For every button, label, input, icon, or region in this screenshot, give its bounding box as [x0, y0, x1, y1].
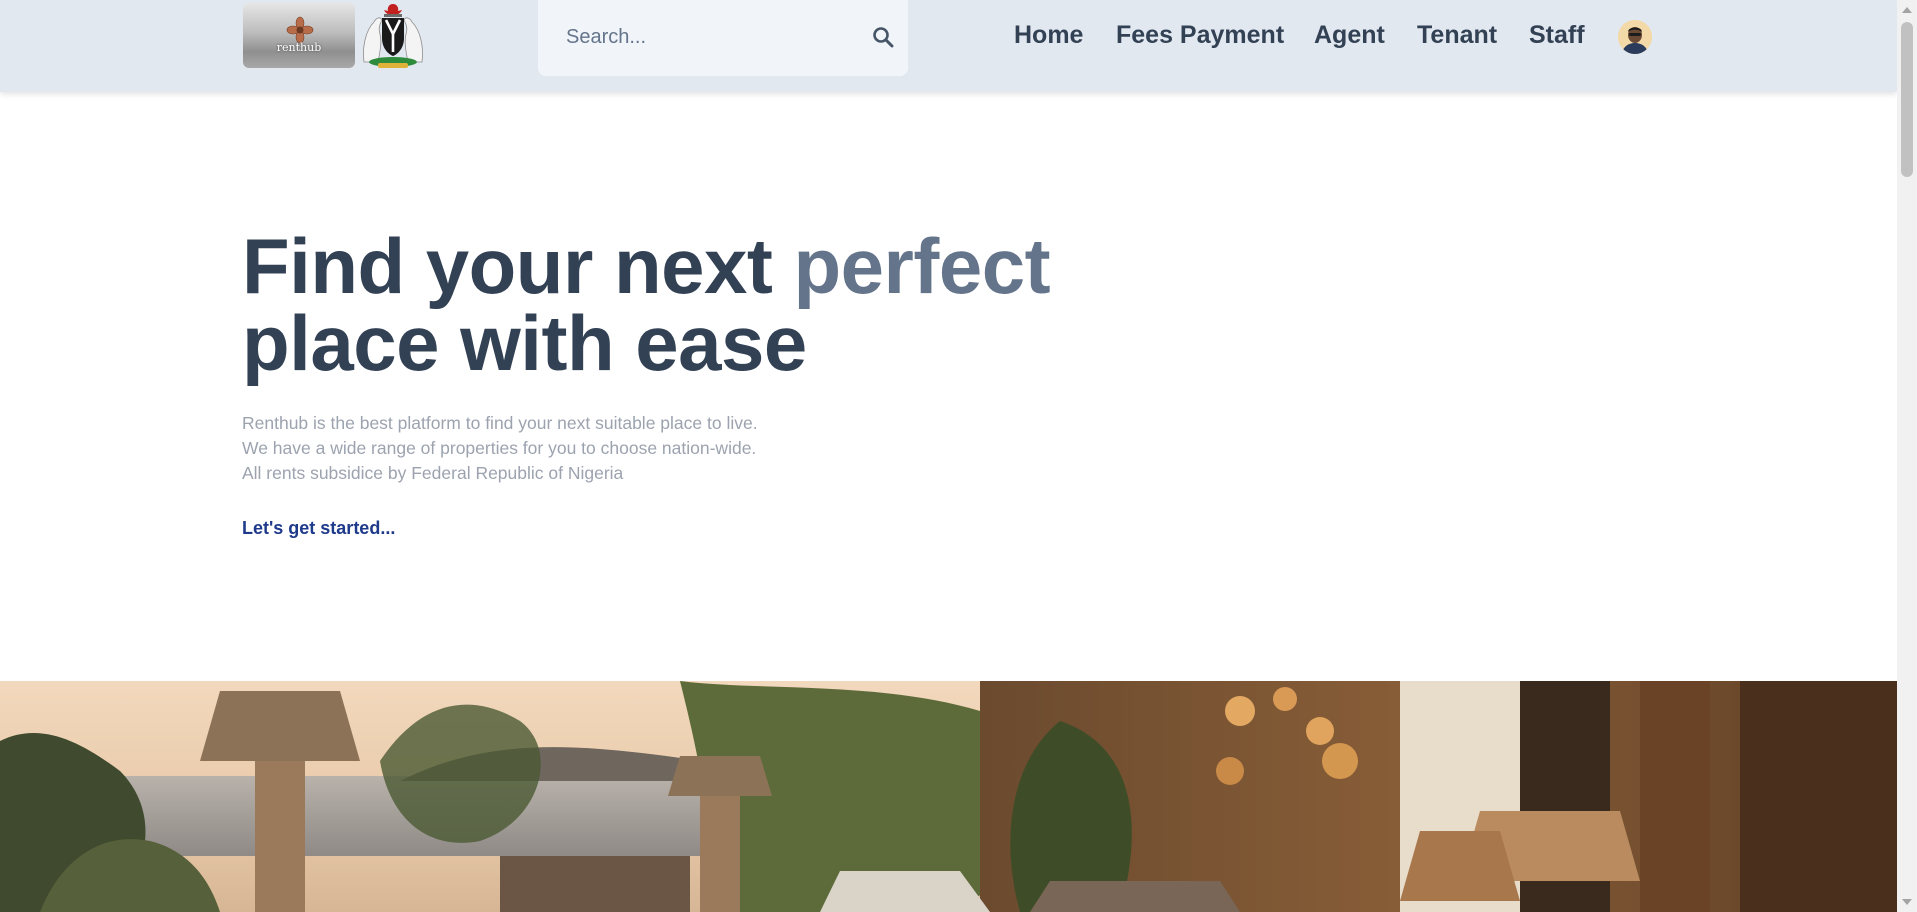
search-input[interactable]: [566, 20, 846, 54]
scroll-thumb[interactable]: [1901, 22, 1913, 177]
nav-tenant[interactable]: Tenant: [1417, 21, 1497, 51]
nav-agent[interactable]: Agent: [1314, 21, 1385, 51]
hero-title: Find your next perfect place with ease: [242, 227, 1062, 382]
nav-home[interactable]: Home: [1014, 21, 1083, 51]
nigeria-coat-of-arms-icon[interactable]: [356, 2, 430, 70]
search-bar: [538, 0, 908, 76]
scroll-down-arrow[interactable]: [1897, 892, 1917, 912]
hero-subtitle-line: All rents subsidice by Federal Republic …: [242, 463, 624, 483]
renthub-logo[interactable]: renthub: [243, 3, 355, 68]
scroll-up-arrow[interactable]: [1897, 0, 1917, 20]
hero-title-part2: place with ease: [242, 299, 807, 387]
hero-title-part1: Find your next: [242, 222, 794, 310]
hero-banner-image: [0, 681, 1897, 912]
vertical-scrollbar[interactable]: [1897, 0, 1917, 912]
user-avatar[interactable]: [1618, 20, 1652, 54]
get-started-link[interactable]: Let's get started...: [242, 518, 395, 539]
logo-text: renthub: [276, 41, 322, 54]
search-icon[interactable]: [872, 26, 894, 48]
villa-terrace-photo: [0, 681, 1897, 912]
nav-fees-payment[interactable]: Fees Payment: [1116, 21, 1284, 51]
nav-staff[interactable]: Staff: [1529, 21, 1585, 51]
main-content: renthub Search... Home Fees Payment Agen…: [0, 0, 1897, 912]
hero-subtitle: Renthub is the best platform to find you…: [242, 411, 862, 486]
page: renthub Search... Home Fees Payment Agen…: [0, 0, 1917, 912]
site-header: renthub Search... Home Fees Payment Agen…: [0, 0, 1897, 92]
hero-subtitle-line: Renthub is the best platform to find you…: [242, 413, 758, 433]
avatar-image: [1618, 20, 1652, 54]
hero-subtitle-line: We have a wide range of properties for y…: [242, 438, 757, 458]
hero-title-accent: perfect: [793, 222, 1051, 310]
